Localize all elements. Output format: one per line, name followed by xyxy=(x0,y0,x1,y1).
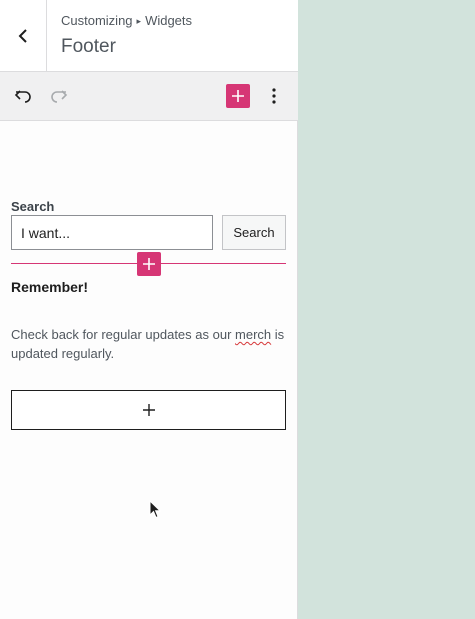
plus-icon xyxy=(232,90,244,102)
chevron-left-icon xyxy=(18,29,27,43)
add-block-button[interactable] xyxy=(226,84,250,108)
insert-block-button[interactable] xyxy=(137,252,161,276)
breadcrumb-parent: Customizing xyxy=(61,13,133,28)
paragraph-text: Check back for regular updates as our xyxy=(11,327,236,342)
back-button[interactable] xyxy=(0,0,47,72)
page-title: Footer xyxy=(61,36,116,57)
panel-header: Customizing ▸ Widgets Footer xyxy=(0,0,298,72)
search-widget-label: Search xyxy=(11,199,55,214)
site-preview xyxy=(299,0,475,619)
undo-icon xyxy=(14,90,31,103)
editor-toolbar xyxy=(0,72,298,121)
undo-button[interactable] xyxy=(11,84,35,108)
heading-block[interactable]: Remember! xyxy=(11,279,88,295)
paragraph-block[interactable]: Check back for regular updates as our me… xyxy=(11,325,291,363)
options-button[interactable] xyxy=(262,84,286,108)
vertical-ellipsis-icon xyxy=(272,88,276,104)
redo-button[interactable] xyxy=(47,84,71,108)
misspelled-word: merch xyxy=(235,327,272,342)
plus-icon xyxy=(143,258,155,270)
mouse-cursor-icon xyxy=(149,500,161,519)
block-appender-button[interactable] xyxy=(11,390,286,430)
plus-icon xyxy=(142,404,155,416)
customizer-panel: Customizing ▸ Widgets Footer Search I wa… xyxy=(0,0,298,619)
breadcrumb: Customizing ▸ Widgets xyxy=(61,13,192,28)
breadcrumb-separator: ▸ xyxy=(136,16,142,26)
redo-icon xyxy=(51,90,68,103)
search-button[interactable]: Search xyxy=(222,215,286,250)
breadcrumb-child: Widgets xyxy=(145,13,193,28)
search-input[interactable] xyxy=(11,215,213,250)
